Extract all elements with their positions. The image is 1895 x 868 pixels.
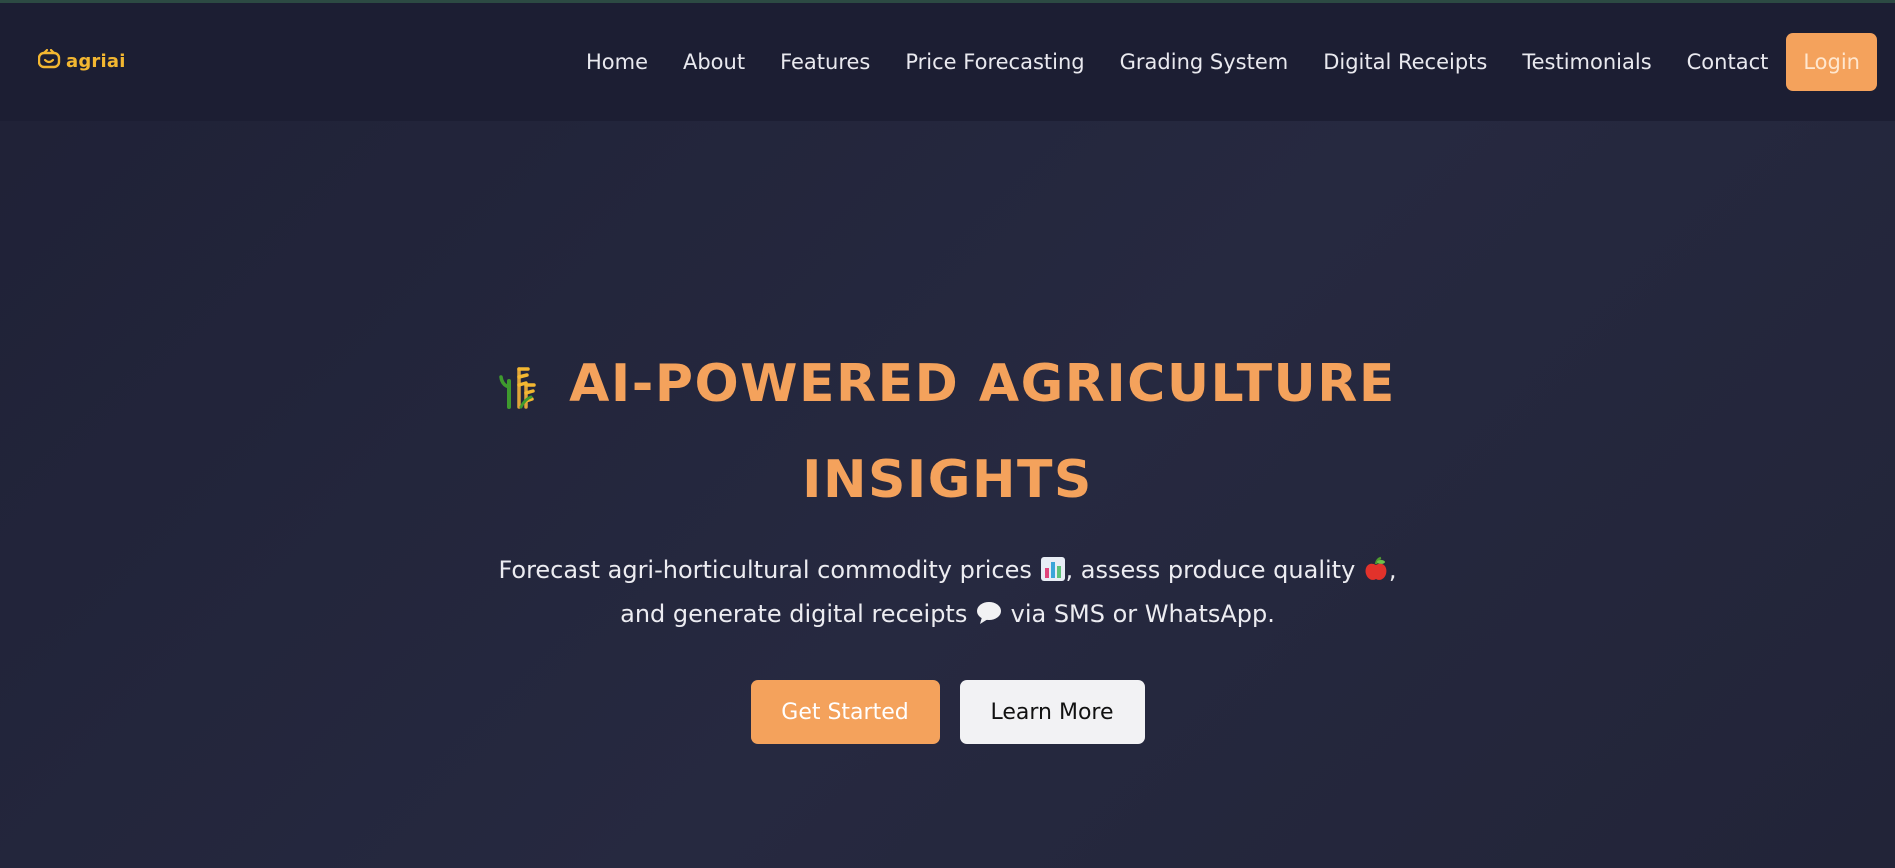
brand-logo[interactable]: agriai <box>37 48 126 73</box>
nav-link-home[interactable]: Home <box>586 50 648 74</box>
nav-link-features[interactable]: Features <box>780 50 870 74</box>
hero-subtitle-part-2: , assess produce quality <box>1065 556 1363 584</box>
hero-section: AI-POWERED AGRICULTURE INSIGHTS Forecast… <box>0 340 1895 744</box>
nav-link-digital-receipts[interactable]: Digital Receipts <box>1323 50 1487 74</box>
hero-title: AI-POWERED AGRICULTURE INSIGHTS <box>0 340 1895 524</box>
hero-title-line-1: AI-POWERED AGRICULTURE <box>0 340 1895 436</box>
logo-text: agriai <box>66 50 126 72</box>
get-started-button[interactable]: Get Started <box>750 680 940 744</box>
logo-icon <box>37 48 62 73</box>
hero-subtitle: Forecast agri-horticultural commodity pr… <box>0 550 1895 638</box>
hero-subtitle-part-5: via SMS or WhatsApp. <box>1002 600 1275 628</box>
nav-link-contact[interactable]: Contact <box>1687 50 1769 74</box>
red-apple-icon <box>1363 554 1389 594</box>
speech-bubble-icon <box>975 598 1003 638</box>
hero-title-text-1: AI-POWERED AGRICULTURE <box>569 354 1396 414</box>
hero-title-line-2: INSIGHTS <box>802 450 1093 510</box>
bar-chart-icon <box>1040 554 1066 594</box>
navbar: agriai Home About Features Price Forecas… <box>0 3 1895 121</box>
login-button[interactable]: Login <box>1786 33 1877 91</box>
page: agriai Home About Features Price Forecas… <box>0 0 1895 868</box>
nav-link-price-forecasting[interactable]: Price Forecasting <box>905 50 1084 74</box>
learn-more-button[interactable]: Learn More <box>959 680 1145 744</box>
hero-actions: Get Started Learn More <box>0 680 1895 744</box>
nav-link-testimonials[interactable]: Testimonials <box>1522 50 1651 74</box>
hero-subtitle-part-4: and generate digital receipts <box>620 600 975 628</box>
nav-menu: Home About Features Price Forecasting Gr… <box>586 31 1877 93</box>
nav-link-grading-system[interactable]: Grading System <box>1120 50 1289 74</box>
nav-link-about[interactable]: About <box>683 50 745 74</box>
hero-subtitle-part-1: Forecast agri-horticultural commodity pr… <box>498 556 1040 584</box>
sheaf-of-rice-icon <box>499 348 539 436</box>
hero-subtitle-part-3: , <box>1388 556 1397 584</box>
